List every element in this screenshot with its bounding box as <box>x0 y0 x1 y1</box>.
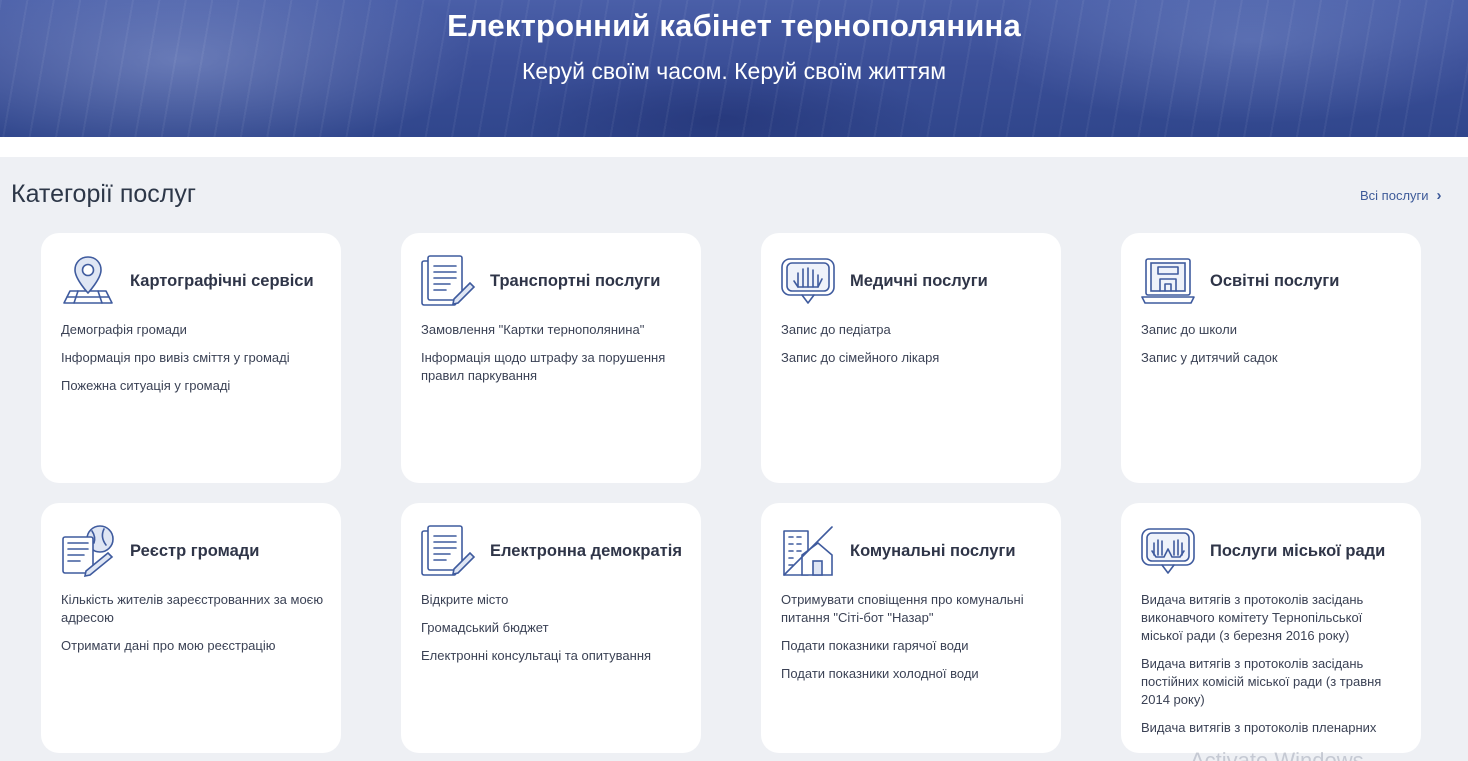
category-card-map-services[interactable]: Картографічні сервіси Демографія громади… <box>41 233 341 483</box>
all-services-label: Всі послуги <box>1360 188 1429 203</box>
card-header: Електронна демократія <box>420 523 682 579</box>
medical-hand-icon <box>780 253 836 309</box>
service-link[interactable]: Запис до сімейного лікаря <box>781 349 1047 367</box>
document-pen-icon <box>420 253 476 309</box>
service-link[interactable]: Видача витягів з протоколів пленарних <box>1141 719 1407 737</box>
category-card-education[interactable]: Освітні послуги Запис до школи Запис у д… <box>1121 233 1421 483</box>
category-card-city-council[interactable]: Послуги міської ради Видача витягів з пр… <box>1121 503 1421 753</box>
card-header: Послуги міської ради <box>1140 523 1385 579</box>
chevron-right-icon: › <box>1436 187 1442 204</box>
card-title: Картографічні сервіси <box>130 271 314 290</box>
service-link[interactable]: Отримувати сповіщення про комунальні пит… <box>781 591 1047 627</box>
card-title: Освітні послуги <box>1210 271 1340 290</box>
service-link[interactable]: Демографія громади <box>61 321 327 339</box>
category-card-e-democracy[interactable]: Електронна демократія Відкрите місто Гро… <box>401 503 701 753</box>
service-link[interactable]: Пожежна ситуація у громаді <box>61 377 327 395</box>
service-link[interactable]: Видача витягів з протоколів засідань пос… <box>1141 655 1407 709</box>
service-link[interactable]: Отримати дані про мою реєстрацію <box>61 637 327 655</box>
map-pin-icon <box>60 253 116 309</box>
category-card-medical[interactable]: Медичні послуги Запис до педіатра Запис … <box>761 233 1061 483</box>
council-hands-icon <box>1140 523 1196 579</box>
document-pen-icon <box>420 523 476 579</box>
card-links: Відкрите місто Громадський бюджет Електр… <box>421 591 687 675</box>
service-link[interactable]: Інформація про вивіз сміття у громаді <box>61 349 327 367</box>
card-links: Видача витягів з протоколів засідань вик… <box>1141 591 1407 747</box>
service-link[interactable]: Запис до школи <box>1141 321 1407 339</box>
card-links: Запис до педіатра Запис до сімейного лік… <box>781 321 1047 377</box>
card-title: Послуги міської ради <box>1210 541 1386 560</box>
card-header: Комунальні послуги <box>780 523 1015 579</box>
card-header: Освітні послуги <box>1140 253 1339 309</box>
card-links: Замовлення "Картки тернополянина" Інформ… <box>421 321 687 395</box>
card-title: Електронна демократія <box>490 541 682 560</box>
service-link[interactable]: Інформація щодо штрафу за порушення прав… <box>421 349 687 385</box>
page-subtitle: Керуй своїм часом. Керуй своїм життям <box>521 58 947 84</box>
card-header: Медичні послуги <box>780 253 988 309</box>
service-link[interactable]: Громадський бюджет <box>421 619 687 637</box>
page-title: Електронний кабінет тернополянина <box>447 8 1021 43</box>
service-link[interactable]: Кількість жителів зареєстрованних за моє… <box>61 591 327 627</box>
category-card-registry[interactable]: Реєстр громади Кількість жителів зареєст… <box>41 503 341 753</box>
card-title: Транспортні послуги <box>490 271 661 290</box>
registry-globe-icon <box>60 523 116 579</box>
section-title: Категорії послуг <box>11 180 196 208</box>
service-link[interactable]: Подати показники гарячої води <box>781 637 1047 655</box>
house-building-icon <box>780 523 836 579</box>
service-link[interactable]: Замовлення "Картки тернополянина" <box>421 321 687 339</box>
divider-band <box>0 137 1468 157</box>
card-links: Отримувати сповіщення про комунальні пит… <box>781 591 1047 693</box>
all-services-link[interactable]: Всі послуги › <box>1360 187 1442 204</box>
category-card-utilities[interactable]: Комунальні послуги Отримувати сповіщення… <box>761 503 1061 753</box>
card-header: Картографічні сервіси <box>60 253 314 309</box>
os-activation-watermark: Activate Windows <box>1190 748 1364 761</box>
card-header: Транспортні послуги <box>420 253 660 309</box>
hero-banner: Електронний кабінет тернополянина Керуй … <box>0 0 1468 137</box>
card-links: Запис до школи Запис у дитячий садок <box>1141 321 1407 377</box>
service-link[interactable]: Запис до педіатра <box>781 321 1047 339</box>
card-links: Демографія громади Інформація про вивіз … <box>61 321 327 405</box>
card-links: Кількість жителів зареєстрованних за моє… <box>61 591 327 665</box>
service-link[interactable]: Подати показники холодної води <box>781 665 1047 683</box>
card-title: Реєстр громади <box>130 541 260 560</box>
service-link[interactable]: Відкрите місто <box>421 591 687 609</box>
card-header: Реєстр громади <box>60 523 259 579</box>
category-card-transport[interactable]: Транспортні послуги Замовлення "Картки т… <box>401 233 701 483</box>
laptop-school-icon <box>1140 253 1196 309</box>
service-link[interactable]: Запис у дитячий садок <box>1141 349 1407 367</box>
service-link[interactable]: Видача витягів з протоколів засідань вик… <box>1141 591 1407 645</box>
card-title: Комунальні послуги <box>850 541 1016 560</box>
service-link[interactable]: Електронні консультаці та опитування <box>421 647 687 665</box>
card-title: Медичні послуги <box>850 271 988 290</box>
